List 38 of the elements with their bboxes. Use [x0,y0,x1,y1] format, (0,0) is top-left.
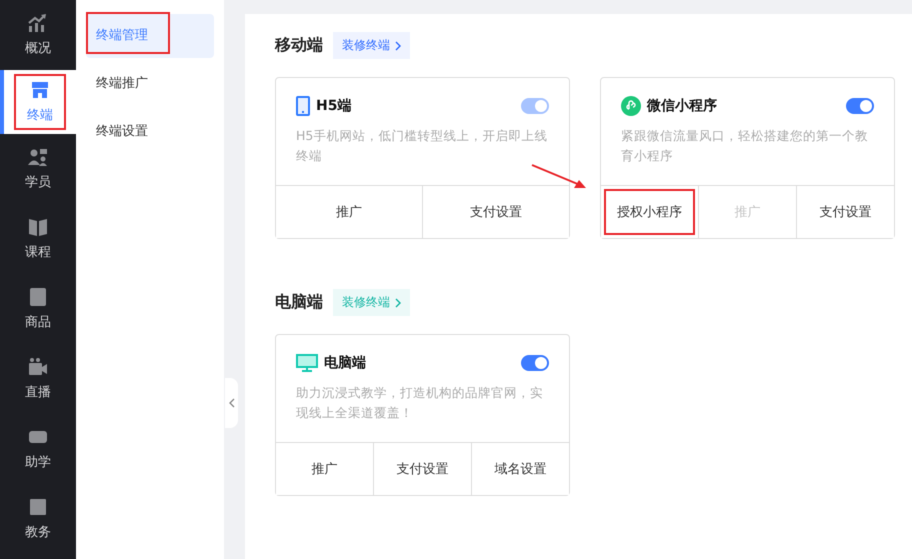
card-action-button[interactable]: 域名设置 [471,443,569,495]
camera-icon [28,357,48,377]
card-description: H5手机网站，低门槛转型线上，开启即上线终端 [296,127,548,165]
card-description: 紧跟微信流量风口，轻松搭建您的第一个教育小程序 [621,127,869,165]
toggle-switch[interactable] [846,98,874,114]
section-title: 电脑端 [275,292,323,313]
nav-item[interactable]: 终端 [0,70,76,134]
nav-item[interactable]: 学员 [0,134,76,204]
card-title: H5端 [316,97,352,115]
section-title: 移动端 [275,35,323,56]
chevron-right-icon [395,298,401,308]
chevron-left-icon [228,398,234,408]
nav-item[interactable]: 助学 [0,414,76,484]
toggle-switch[interactable] [521,355,549,371]
nav-item[interactable]: 直播 [0,344,76,414]
submenu-item[interactable]: 终端推广 [86,62,214,106]
box-icon [28,497,48,517]
people-icon [28,147,48,167]
submenu-item[interactable]: 终端设置 [86,110,214,154]
store-icon [30,80,50,100]
monitor-icon [296,353,318,373]
chevron-right-icon [395,40,401,50]
card-action-button[interactable]: 授权小程序 [601,186,698,238]
collapse-handle[interactable] [225,378,238,428]
decorate-link[interactable]: 装修终端 [333,32,410,59]
card-action-button[interactable]: 支付设置 [796,186,894,238]
nav-item[interactable]: 课程 [0,204,76,274]
nav-item[interactable]: 商品 [0,274,76,344]
mini-program-icon [621,96,641,116]
nav-item[interactable]: 教务 [0,484,76,554]
nav-item[interactable]: 概况 [0,0,76,70]
card-title: 电脑端 [324,354,367,372]
card-description: 助力沉浸式教学，打造机构的品牌官网，实现线上全渠道覆盖！ [296,384,544,422]
bag-icon [28,287,48,307]
book-icon [28,217,48,237]
card-title: 微信小程序 [647,97,718,115]
chart-icon [28,13,48,33]
phone-icon [296,96,310,116]
